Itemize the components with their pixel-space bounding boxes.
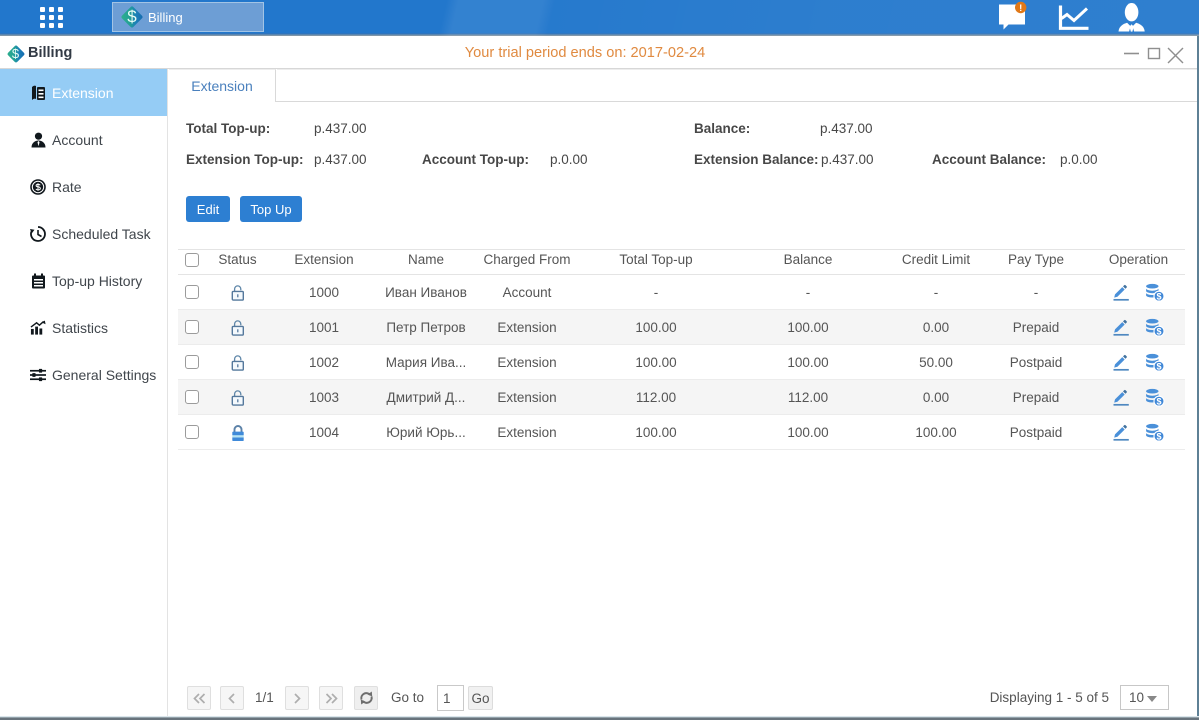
svg-text:!: !	[1019, 3, 1022, 14]
svg-text:$: $	[1156, 361, 1161, 371]
svg-text:$: $	[1156, 291, 1161, 301]
svg-text:$: $	[1156, 396, 1161, 406]
svg-text:$: $	[1156, 326, 1161, 336]
svg-text:$: $	[1156, 431, 1161, 441]
